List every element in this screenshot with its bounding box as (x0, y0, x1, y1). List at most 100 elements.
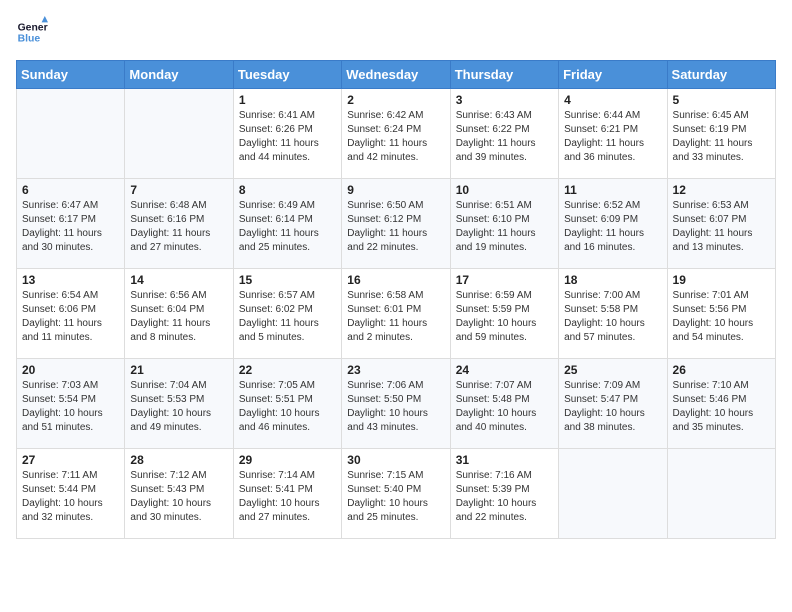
day-number: 28 (130, 453, 227, 467)
day-number: 8 (239, 183, 336, 197)
day-info: Sunrise: 6:54 AM Sunset: 6:06 PM Dayligh… (22, 289, 119, 345)
day-info: Sunrise: 7:11 AM Sunset: 5:44 PM Dayligh… (22, 469, 119, 525)
day-number: 25 (564, 363, 661, 377)
day-number: 3 (456, 93, 553, 107)
day-info: Sunrise: 6:51 AM Sunset: 6:10 PM Dayligh… (456, 199, 553, 255)
day-info: Sunrise: 7:05 AM Sunset: 5:51 PM Dayligh… (239, 379, 336, 435)
day-info: Sunrise: 7:04 AM Sunset: 5:53 PM Dayligh… (130, 379, 227, 435)
day-info: Sunrise: 6:49 AM Sunset: 6:14 PM Dayligh… (239, 199, 336, 255)
day-number: 5 (673, 93, 770, 107)
day-number: 4 (564, 93, 661, 107)
day-number: 29 (239, 453, 336, 467)
day-info: Sunrise: 7:07 AM Sunset: 5:48 PM Dayligh… (456, 379, 553, 435)
calendar-cell: 3 Sunrise: 6:43 AM Sunset: 6:22 PM Daylig… (450, 89, 558, 179)
calendar-cell: 30 Sunrise: 7:15 AM Sunset: 5:40 PM Dayli… (342, 449, 450, 539)
calendar-cell: 23 Sunrise: 7:06 AM Sunset: 5:50 PM Dayli… (342, 359, 450, 449)
calendar-cell (667, 449, 775, 539)
day-number: 12 (673, 183, 770, 197)
day-info: Sunrise: 7:01 AM Sunset: 5:56 PM Dayligh… (673, 289, 770, 345)
day-info: Sunrise: 6:57 AM Sunset: 6:02 PM Dayligh… (239, 289, 336, 345)
svg-text:Blue: Blue (18, 34, 41, 45)
day-number: 13 (22, 273, 119, 287)
day-number: 23 (347, 363, 444, 377)
calendar-cell: 10 Sunrise: 6:51 AM Sunset: 6:10 PM Dayli… (450, 179, 558, 269)
calendar-cell: 22 Sunrise: 7:05 AM Sunset: 5:51 PM Dayli… (233, 359, 341, 449)
day-number: 18 (564, 273, 661, 287)
day-info: Sunrise: 6:48 AM Sunset: 6:16 PM Dayligh… (130, 199, 227, 255)
calendar-cell: 19Sunrise: 7:01 AM Sunset: 5:56 PM Dayli… (667, 269, 775, 359)
calendar-cell (559, 449, 667, 539)
day-header-friday: Friday (559, 61, 667, 89)
day-number: 26 (673, 363, 770, 377)
day-info: Sunrise: 6:41 AM Sunset: 6:26 PM Dayligh… (239, 109, 336, 165)
calendar-cell: 7 Sunrise: 6:48 AM Sunset: 6:16 PM Daylig… (125, 179, 233, 269)
day-header-monday: Monday (125, 61, 233, 89)
calendar-cell: 15 Sunrise: 6:57 AM Sunset: 6:02 PM Dayli… (233, 269, 341, 359)
day-info: Sunrise: 7:03 AM Sunset: 5:54 PM Dayligh… (22, 379, 119, 435)
day-number: 31 (456, 453, 553, 467)
day-info: Sunrise: 7:12 AM Sunset: 5:43 PM Dayligh… (130, 469, 227, 525)
day-number: 11 (564, 183, 661, 197)
day-info: Sunrise: 6:45 AM Sunset: 6:19 PM Dayligh… (673, 109, 770, 165)
day-header-tuesday: Tuesday (233, 61, 341, 89)
day-info: Sunrise: 7:14 AM Sunset: 5:41 PM Dayligh… (239, 469, 336, 525)
calendar-cell: 24Sunrise: 7:07 AM Sunset: 5:48 PM Dayli… (450, 359, 558, 449)
day-header-sunday: Sunday (17, 61, 125, 89)
calendar-cell: 27 Sunrise: 7:11 AM Sunset: 5:44 PM Dayli… (17, 449, 125, 539)
day-number: 16 (347, 273, 444, 287)
calendar-cell: 26 Sunrise: 7:10 AM Sunset: 5:46 PM Dayli… (667, 359, 775, 449)
calendar-cell: 28 Sunrise: 7:12 AM Sunset: 5:43 PM Dayli… (125, 449, 233, 539)
day-number: 14 (130, 273, 227, 287)
calendar-cell: 14 Sunrise: 6:56 AM Sunset: 6:04 PM Dayli… (125, 269, 233, 359)
calendar-cell: 1 Sunrise: 6:41 AM Sunset: 6:26 PM Daylig… (233, 89, 341, 179)
day-number: 27 (22, 453, 119, 467)
day-number: 1 (239, 93, 336, 107)
calendar-cell: 11 Sunrise: 6:52 AM Sunset: 6:09 PM Dayli… (559, 179, 667, 269)
day-number: 7 (130, 183, 227, 197)
calendar-cell: 31Sunrise: 7:16 AM Sunset: 5:39 PM Dayli… (450, 449, 558, 539)
calendar-cell: 12Sunrise: 6:53 AM Sunset: 6:07 PM Dayli… (667, 179, 775, 269)
day-info: Sunrise: 6:44 AM Sunset: 6:21 PM Dayligh… (564, 109, 661, 165)
day-number: 17 (456, 273, 553, 287)
calendar-cell: 17Sunrise: 6:59 AM Sunset: 5:59 PM Dayli… (450, 269, 558, 359)
day-header-wednesday: Wednesday (342, 61, 450, 89)
day-info: Sunrise: 6:43 AM Sunset: 6:22 PM Dayligh… (456, 109, 553, 165)
svg-text:General: General (18, 22, 48, 33)
page-header: General Blue (16, 16, 776, 48)
day-info: Sunrise: 6:42 AM Sunset: 6:24 PM Dayligh… (347, 109, 444, 165)
day-number: 30 (347, 453, 444, 467)
day-info: Sunrise: 6:58 AM Sunset: 6:01 PM Dayligh… (347, 289, 444, 345)
day-number: 20 (22, 363, 119, 377)
calendar-cell: 4 Sunrise: 6:44 AM Sunset: 6:21 PM Daylig… (559, 89, 667, 179)
day-number: 15 (239, 273, 336, 287)
day-info: Sunrise: 7:15 AM Sunset: 5:40 PM Dayligh… (347, 469, 444, 525)
day-number: 22 (239, 363, 336, 377)
day-info: Sunrise: 6:52 AM Sunset: 6:09 PM Dayligh… (564, 199, 661, 255)
day-info: Sunrise: 7:10 AM Sunset: 5:46 PM Dayligh… (673, 379, 770, 435)
day-header-saturday: Saturday (667, 61, 775, 89)
calendar-cell (17, 89, 125, 179)
calendar-cell: 6Sunrise: 6:47 AM Sunset: 6:17 PM Daylig… (17, 179, 125, 269)
calendar-cell: 13 Sunrise: 6:54 AM Sunset: 6:06 PM Dayli… (17, 269, 125, 359)
calendar-cell: 2 Sunrise: 6:42 AM Sunset: 6:24 PM Daylig… (342, 89, 450, 179)
calendar: SundayMondayTuesdayWednesdayThursdayFrid… (16, 60, 776, 539)
calendar-cell: 29 Sunrise: 7:14 AM Sunset: 5:41 PM Dayli… (233, 449, 341, 539)
logo: General Blue (16, 16, 52, 48)
day-number: 9 (347, 183, 444, 197)
day-info: Sunrise: 6:50 AM Sunset: 6:12 PM Dayligh… (347, 199, 444, 255)
calendar-cell (125, 89, 233, 179)
calendar-cell: 20 Sunrise: 7:03 AM Sunset: 5:54 PM Dayli… (17, 359, 125, 449)
day-info: Sunrise: 6:56 AM Sunset: 6:04 PM Dayligh… (130, 289, 227, 345)
day-info: Sunrise: 7:00 AM Sunset: 5:58 PM Dayligh… (564, 289, 661, 345)
day-info: Sunrise: 6:47 AM Sunset: 6:17 PM Dayligh… (22, 199, 119, 255)
day-number: 2 (347, 93, 444, 107)
day-number: 10 (456, 183, 553, 197)
day-info: Sunrise: 7:06 AM Sunset: 5:50 PM Dayligh… (347, 379, 444, 435)
calendar-cell: 5 Sunrise: 6:45 AM Sunset: 6:19 PM Daylig… (667, 89, 775, 179)
calendar-cell: 25Sunrise: 7:09 AM Sunset: 5:47 PM Dayli… (559, 359, 667, 449)
calendar-cell: 21Sunrise: 7:04 AM Sunset: 5:53 PM Dayli… (125, 359, 233, 449)
calendar-cell: 8 Sunrise: 6:49 AM Sunset: 6:14 PM Daylig… (233, 179, 341, 269)
calendar-cell: 9 Sunrise: 6:50 AM Sunset: 6:12 PM Daylig… (342, 179, 450, 269)
calendar-cell: 16 Sunrise: 6:58 AM Sunset: 6:01 PM Dayli… (342, 269, 450, 359)
day-header-thursday: Thursday (450, 61, 558, 89)
